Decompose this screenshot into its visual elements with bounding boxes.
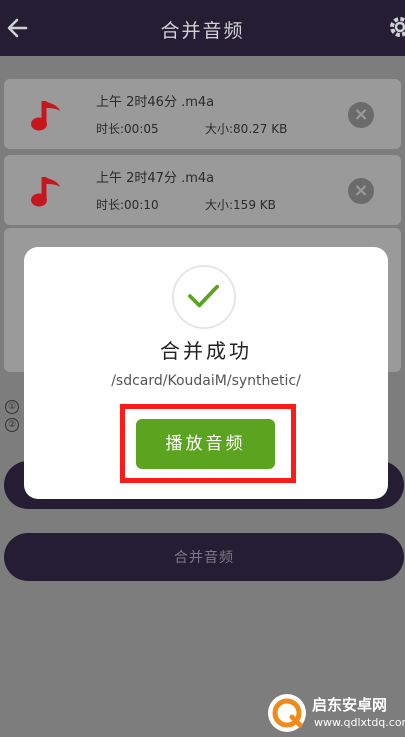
audio-file-item[interactable]: 上午 2时47分 .m4a 时长:00:10 大小:159 KB × [4, 155, 401, 225]
output-path: /sdcard/KoudaiM/synthetic/ [111, 373, 301, 389]
step-marker: ② [5, 418, 19, 432]
app-header: 合并音频 [0, 0, 405, 56]
watermark-logo-icon [268, 694, 306, 732]
gear-icon[interactable] [389, 15, 405, 39]
watermark-url: www.qdlxtdq.com [314, 716, 405, 729]
success-dialog: 合并成功 /sdcard/KoudaiM/synthetic/ 播放音频 [24, 247, 388, 499]
watermark-title: 启东安卓网 [312, 696, 388, 714]
page-title: 合并音频 [160, 20, 245, 42]
merge-audio-button[interactable]: 合并音频 [4, 533, 404, 581]
music-note-icon [31, 101, 60, 131]
merge-audio-label: 合并音频 [174, 550, 234, 566]
file-duration: 时长:00:10 [96, 198, 159, 212]
music-note-icon [31, 177, 60, 207]
file-duration: 时长:00:05 [96, 122, 159, 136]
file-size: 大小:80.27 KB [205, 122, 288, 136]
dialog-title: 合并成功 [160, 339, 252, 363]
file-name: 上午 2时47分 .m4a [96, 171, 215, 186]
watermark: 启东安卓网 www.qdlxtdq.com [262, 690, 405, 737]
success-check-icon [172, 265, 236, 329]
step-marker: ① [5, 400, 19, 414]
audio-file-item[interactable]: 上午 2时46分 .m4a 时长:00:05 大小:80.27 KB × [4, 79, 401, 149]
file-size: 大小:159 KB [205, 198, 276, 212]
play-audio-button[interactable]: 播放音频 [136, 419, 275, 469]
file-name: 上午 2时46分 .m4a [96, 95, 215, 110]
remove-icon[interactable]: × [348, 178, 374, 204]
remove-icon[interactable]: × [348, 102, 374, 128]
